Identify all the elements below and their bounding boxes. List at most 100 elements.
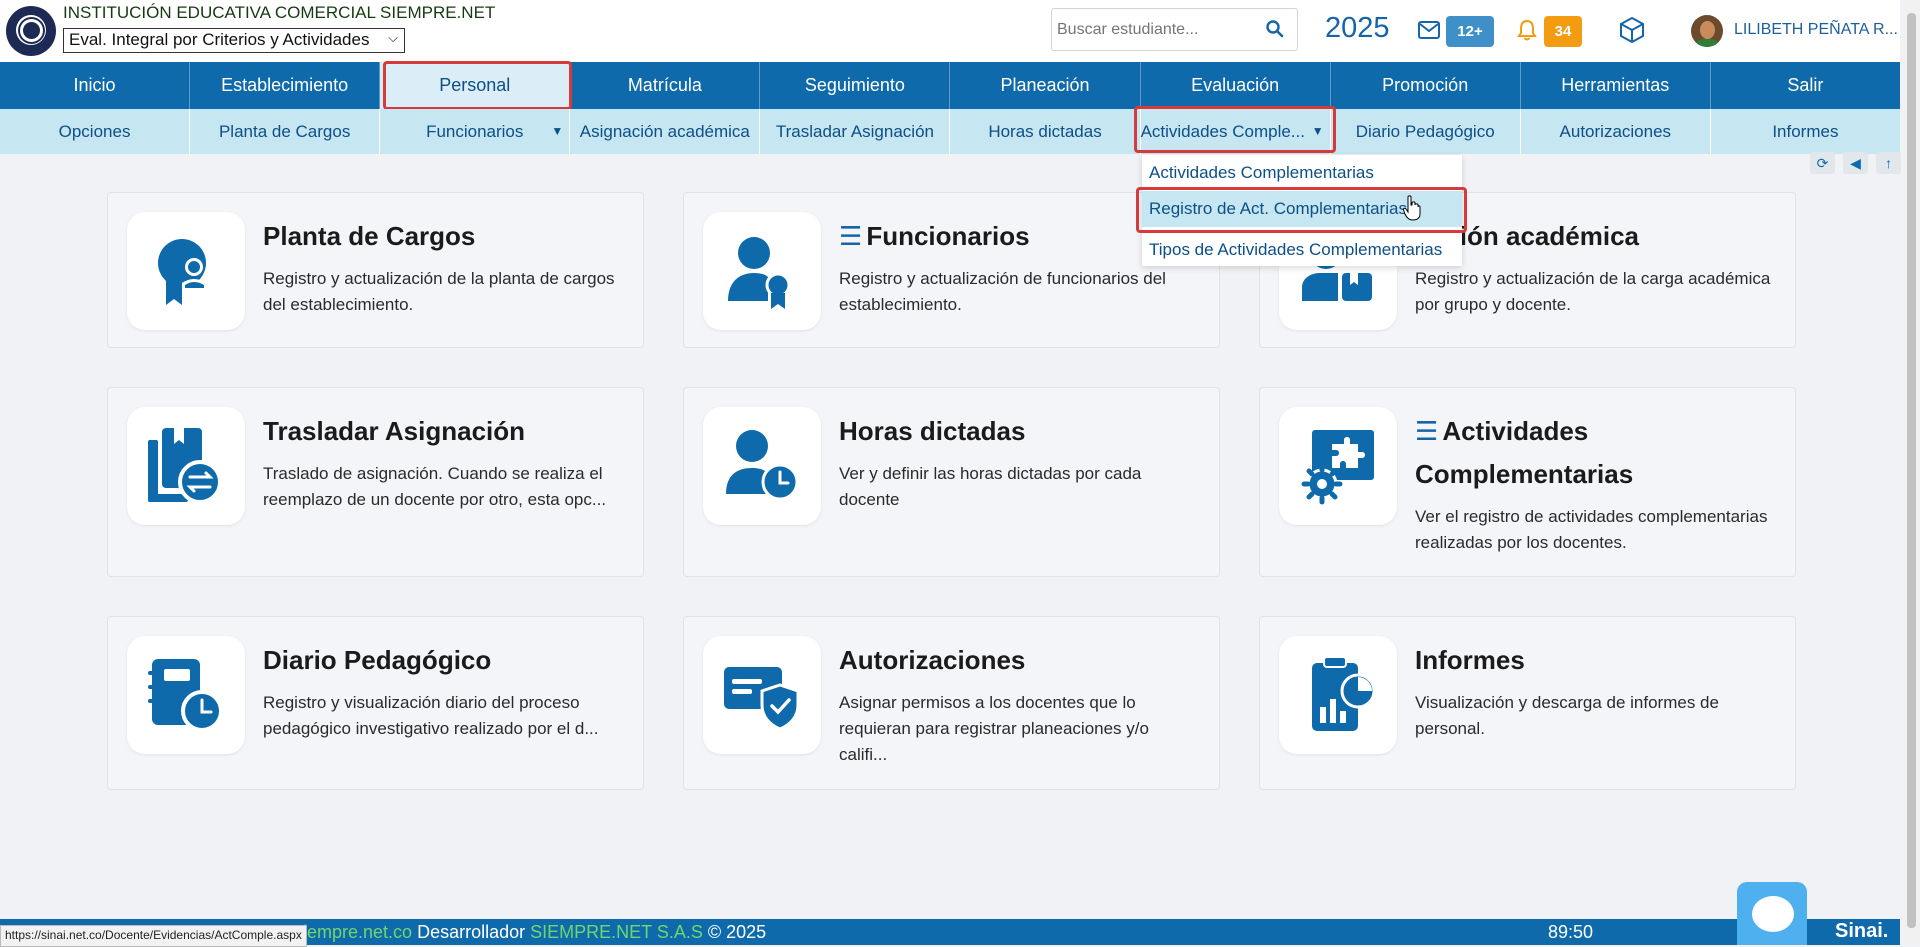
notebook-clock-icon [148, 659, 223, 732]
card-informes[interactable]: Informes Visualización y descarga de inf… [1259, 616, 1796, 790]
subnav-actividades-complementarias[interactable]: Actividades Comple... ▼ [1141, 109, 1331, 154]
card-description: Asignar permisos a los docentes que lo r… [839, 693, 1149, 764]
nav-matricula[interactable]: Matrícula [570, 62, 761, 109]
card-shield-icon [724, 667, 800, 731]
notification-count-badge[interactable]: 34 [1544, 16, 1582, 47]
card-actividades-complementarias[interactable]: ☰ Actividades Complementarias Ver el regi… [1259, 387, 1796, 577]
year-selector[interactable]: 2025 [1325, 12, 1390, 45]
card-icon-box [127, 212, 245, 330]
footer-company-link[interactable]: SIEMPRE.NET S.A.S [530, 922, 703, 942]
card-title: Horas dictadas [839, 416, 1026, 446]
caret-down-icon: ▼ [551, 124, 564, 138]
card-title: Informes [1415, 645, 1525, 675]
caret-down-icon: ▼ [1311, 124, 1324, 138]
card-funcionarios[interactable]: ☰ Funcionarios Registro y actualización d… [683, 192, 1220, 348]
subnav-trasladar-asignacion[interactable]: Trasladar Asignación [760, 109, 951, 154]
avatar-shirt [1694, 39, 1720, 47]
nav-herramientas[interactable]: Herramientas [1521, 62, 1711, 109]
period-select-value: Eval. Integral por Criterios y Actividad… [69, 30, 370, 49]
card-planta-de-cargos[interactable]: Planta de Cargos Registro y actualizació… [107, 192, 644, 348]
top-header: INSTITUCIÓN EDUCATIVA COMERCIAL SIEMPRE.… [0, 0, 1900, 62]
brand-logo: Sinai. [1835, 920, 1889, 942]
sub-nav: Opciones Planta de Cargos Funcionarios ▼… [0, 109, 1900, 154]
scrollbar-thumb[interactable] [1907, 13, 1916, 928]
back-icon[interactable]: ◀ [1843, 152, 1868, 174]
subnav-informes[interactable]: Informes [1711, 109, 1900, 154]
card-description: Registro y actualización de funcionarios… [839, 269, 1166, 314]
card-icon-box [127, 636, 245, 754]
subnav-asignacion-academica[interactable]: Asignación académica [570, 109, 761, 154]
session-timer: 89:50 [1548, 922, 1594, 942]
dropdown-item-tipos[interactable]: Tipos de Actividades Complementarias [1149, 240, 1442, 260]
institution-name: INSTITUCIÓN EDUCATIVA COMERCIAL SIEMPRE.… [63, 3, 496, 22]
menu-icon[interactable]: ☰ [839, 221, 862, 251]
card-title: Diario Pedagógico [263, 645, 492, 675]
cube-icon[interactable] [1618, 16, 1646, 44]
period-select[interactable]: Eval. Integral por Criterios y Actividad… [63, 28, 405, 53]
card-title: nación académica [1415, 221, 1639, 251]
card-description: Visualización y descarga de informes de … [1415, 693, 1719, 738]
institution-logo[interactable] [6, 6, 56, 56]
card-title: ☰ Actividades Complementarias [1415, 410, 1775, 496]
status-bar-url: https://sinai.net.co/Docente/Evidencias/… [0, 925, 307, 947]
card-title: Autorizaciones [839, 645, 1026, 675]
footer-dev-label: Desarrollador [417, 922, 526, 942]
page-scrollbar[interactable] [1903, 0, 1920, 945]
arrow-up-icon[interactable]: ↑ [1876, 152, 1901, 174]
footer-credits: iempre.net.co Desarrollador SIEMPRE.NET … [303, 922, 766, 943]
subnav-funcionarios-label: Funcionarios [426, 122, 524, 141]
nav-evaluacion[interactable]: Evaluación [1141, 62, 1331, 109]
card-diario-pedagogico[interactable]: Diario Pedagógico Registro y visualizaci… [107, 616, 644, 790]
card-trasladar-asignacion[interactable]: Trasladar Asignación Traslado de asignac… [107, 387, 644, 577]
mail-count-badge[interactable]: 12+ [1446, 16, 1494, 47]
menu-icon[interactable]: ☰ [1415, 416, 1438, 446]
mail-icon[interactable] [1417, 19, 1441, 41]
chat-icon[interactable] [1737, 882, 1807, 945]
footer-copyright: © 2025 [707, 922, 767, 942]
card-icon-box [1279, 407, 1397, 525]
card-title-text: Funcionarios [866, 221, 1030, 251]
card-title: Trasladar Asignación [263, 416, 526, 446]
subnav-autorizaciones[interactable]: Autorizaciones [1521, 109, 1711, 154]
card-icon-box [703, 212, 821, 330]
user-clock-icon [726, 430, 799, 501]
subnav-funcionarios[interactable]: Funcionarios ▼ [380, 109, 571, 154]
nav-planeacion[interactable]: Planeación [950, 62, 1141, 109]
nav-establecimiento[interactable]: Establecimiento [190, 62, 381, 109]
user-avatar[interactable] [1691, 15, 1723, 47]
card-description: Ver y definir las horas dictadas por cad… [839, 464, 1142, 509]
student-search[interactable] [1051, 8, 1298, 51]
card-icon-box [127, 407, 245, 525]
card-description: Registro y actualización de la planta de… [263, 269, 615, 314]
subnav-opciones[interactable]: Opciones [0, 109, 191, 154]
chevron-down-icon: ⌵ [388, 30, 398, 45]
card-description: Ver el registro de actividades complemen… [1415, 507, 1768, 552]
bell-icon[interactable] [1516, 18, 1538, 42]
card-description: Registro y actualización de la carga aca… [1415, 269, 1771, 314]
nav-seguimiento[interactable]: Seguimiento [760, 62, 951, 109]
puzzle-gear-icon [1301, 430, 1374, 505]
nav-promocion[interactable]: Promoción [1331, 62, 1521, 109]
search-icon[interactable] [1265, 19, 1285, 39]
main-nav: Inicio Establecimiento Personal Matrícul… [0, 62, 1900, 109]
book-transfer-icon [148, 428, 222, 504]
nav-personal[interactable]: Personal [380, 62, 571, 109]
user-name[interactable]: LILIBETH PEÑATA R... [1734, 21, 1898, 39]
subnav-planta-de-cargos[interactable]: Planta de Cargos [190, 109, 381, 154]
badge-user-icon [158, 239, 206, 305]
card-icon-box [703, 636, 821, 754]
subnav-actividades-label: Actividades Comple... [1140, 122, 1305, 141]
nav-salir[interactable]: Salir [1711, 62, 1900, 109]
card-horas-dictadas[interactable]: Horas dictadas Ver y definir las horas d… [683, 387, 1220, 577]
card-autorizaciones[interactable]: Autorizaciones Asignar permisos a los do… [683, 616, 1220, 790]
nav-inicio[interactable]: Inicio [0, 62, 191, 109]
subnav-diario-pedagogico[interactable]: Diario Pedagógico [1331, 109, 1521, 154]
search-input[interactable] [1055, 17, 1254, 43]
footer-site-link[interactable]: iempre.net.co [303, 922, 412, 942]
card-title: Planta de Cargos [263, 221, 476, 251]
card-icon-box [1279, 636, 1397, 754]
refresh-icon[interactable]: ⟳ [1810, 152, 1835, 174]
dropdown-item-actividades[interactable]: Actividades Complementarias [1149, 163, 1374, 183]
subnav-horas-dictadas[interactable]: Horas dictadas [950, 109, 1141, 154]
chat-bubble-inner [1752, 896, 1794, 932]
